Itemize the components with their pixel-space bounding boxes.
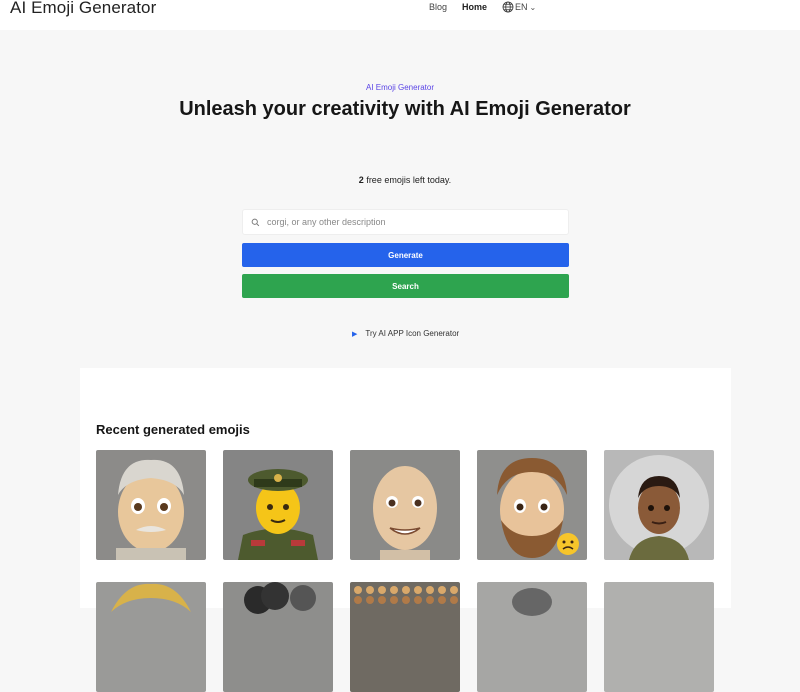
chevron-down-icon: ⌄ — [529, 2, 537, 12]
prompt-input-wrapper — [242, 209, 569, 235]
emoji-tile-placeholder-2[interactable] — [604, 582, 714, 692]
emoji-young-man-dark-skin — [604, 450, 714, 560]
search-button[interactable]: Search — [242, 274, 569, 298]
page-title: Unleash your creativity with AI Emoji Ge… — [179, 98, 631, 120]
play-icon: ▶ — [352, 330, 358, 338]
emoji-tile-military-officer[interactable] — [223, 450, 333, 560]
quota-text: 2 free emojis left today. — [0, 175, 800, 185]
emoji-tile-blond-hair[interactable] — [96, 582, 206, 692]
emoji-bearded-man-with-sad-badge — [477, 450, 587, 560]
quota-label: free emojis left today. — [363, 175, 452, 185]
generate-button[interactable]: Generate — [242, 243, 569, 267]
emoji-blond-hair — [96, 582, 206, 692]
emoji-placeholder — [477, 582, 587, 692]
hero-kicker: AI Emoji Generator — [365, 83, 435, 92]
emoji-tile-bearded-man[interactable] — [477, 450, 587, 560]
recent-emojis-title: Recent generated emojis — [96, 422, 250, 437]
nav-menu: Blog Home EN ⌄ — [429, 1, 536, 13]
recent-emojis-panel: Recent generated emojis — [80, 368, 731, 692]
prompt-input[interactable] — [265, 216, 559, 228]
language-switcher[interactable]: EN ⌄ — [502, 1, 536, 13]
top-navbar: AI Emoji Generator Blog Home EN ⌄ — [0, 0, 800, 30]
emoji-tile-young-man[interactable] — [604, 450, 714, 560]
emoji-military-officer — [223, 450, 333, 560]
emoji-bald-man — [350, 450, 460, 560]
brand-logo-text[interactable]: AI Emoji Generator — [10, 0, 156, 18]
nav-link-blog[interactable]: Blog — [429, 2, 447, 12]
language-label: EN — [515, 2, 528, 12]
search-icon — [251, 218, 260, 226]
emoji-sticker-sheet — [350, 582, 460, 692]
globe-icon — [502, 1, 514, 13]
emoji-dark-curly-hair — [223, 582, 333, 692]
emoji-tile-elderly-man[interactable] — [96, 450, 206, 560]
nav-link-home[interactable]: Home — [462, 2, 487, 12]
emoji-placeholder — [604, 582, 714, 692]
emoji-tile-placeholder-1[interactable] — [477, 582, 587, 692]
emoji-elderly-man — [96, 450, 206, 560]
emoji-tile-sticker-sheet[interactable] — [350, 582, 460, 692]
emoji-tile-bald-man[interactable] — [350, 450, 460, 560]
try-app-icon-generator-link[interactable]: ▶ Try AI APP Icon Generator — [352, 329, 459, 338]
emoji-tile-dark-curly-hair[interactable] — [223, 582, 333, 692]
try-link-label: Try AI APP Icon Generator — [365, 329, 460, 338]
